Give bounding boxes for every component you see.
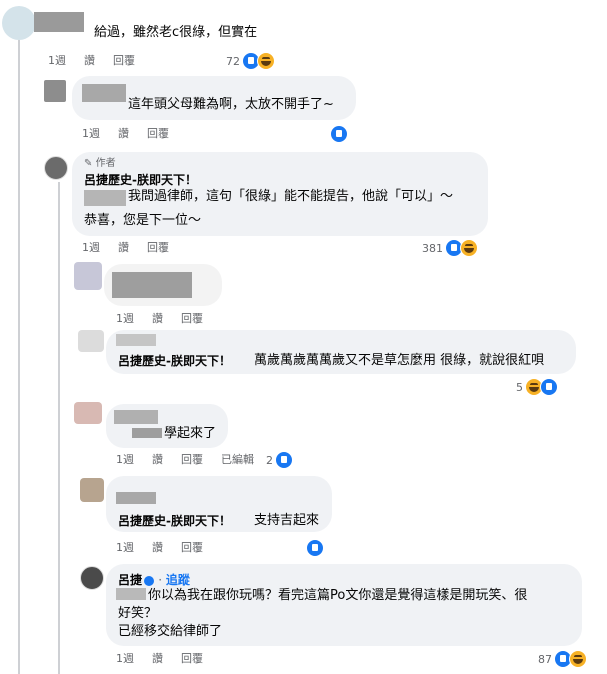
reply-button[interactable]: 回覆 — [113, 54, 135, 67]
timestamp[interactable]: 1週 — [116, 652, 134, 665]
blurred-content — [112, 272, 192, 298]
thread-line — [58, 182, 60, 674]
avatar[interactable] — [44, 156, 68, 180]
like-button[interactable]: 讚 — [152, 652, 163, 665]
timestamp[interactable]: 1週 — [116, 312, 134, 325]
edited-label: 已編輯 — [221, 453, 254, 466]
reaction-count: 87 — [538, 652, 552, 666]
avatar[interactable] — [44, 80, 66, 102]
comment-actions: 1週 讚 回覆 已編輯 — [116, 453, 272, 467]
comment-actions: 1週 讚 回覆 — [48, 54, 153, 68]
reaction-count: 72 — [226, 54, 240, 68]
mention-tag — [116, 588, 146, 600]
avatar[interactable] — [74, 402, 102, 424]
mention-tag — [116, 334, 156, 346]
thread-line — [18, 40, 20, 674]
like-button[interactable]: 讚 — [152, 312, 163, 325]
blurred-name — [114, 410, 158, 424]
mention-tag — [84, 190, 126, 206]
avatar[interactable] — [78, 330, 104, 352]
reply-button[interactable]: 回覆 — [147, 127, 169, 140]
comment-actions: 1週 讚 回覆 — [116, 652, 221, 666]
follow-button[interactable]: 追蹤 — [166, 573, 190, 587]
like-button[interactable]: 讚 — [118, 127, 129, 140]
haha-icon — [569, 650, 587, 668]
mention-tag — [116, 492, 156, 504]
avatar[interactable] — [74, 262, 102, 290]
commenter-name[interactable]: 呂捷歷史-朕即天下！ — [118, 353, 231, 369]
timestamp[interactable]: 1週 — [82, 127, 100, 140]
reaction-summary[interactable]: 87 — [538, 650, 587, 668]
comment-text: 這年頭父母難為啊，太放不開手了~ — [128, 97, 334, 112]
comment-actions: 1週 讚 回覆 — [82, 241, 187, 255]
reaction-count: 2 — [266, 453, 273, 467]
commenter-name[interactable]: 呂捷 · 追蹤 — [118, 572, 190, 588]
comment-text-line2: 好笑？ — [118, 606, 158, 621]
timestamp[interactable]: 1週 — [116, 453, 134, 466]
comment-actions: 1週 讚 回覆 — [116, 541, 221, 555]
reply-button[interactable]: 回覆 — [181, 541, 203, 554]
reaction-summary[interactable]: 72 — [226, 52, 275, 70]
reply-button[interactable]: 回覆 — [147, 241, 169, 254]
like-button[interactable]: 讚 — [118, 241, 129, 254]
haha-icon — [460, 239, 478, 257]
reaction-summary[interactable]: 381 — [422, 239, 478, 257]
comment-text: 學起來了 — [164, 426, 217, 441]
reaction-count: 381 — [422, 241, 443, 255]
comment-text-line3: 已經移交給律師了 — [118, 624, 223, 639]
like-icon — [306, 539, 324, 557]
reply-button[interactable]: 回覆 — [181, 312, 203, 325]
comment-text-line1: 我問過律師，這句「很綠」能不能提告，他說「可以」～ — [128, 189, 454, 204]
author-badge: ✎ 作者 — [84, 158, 116, 169]
like-icon — [275, 451, 293, 469]
blurred-name — [82, 84, 126, 102]
comment-actions: 1週 讚 回覆 — [82, 127, 187, 141]
reaction-count: 5 — [516, 380, 523, 394]
comment-text-line2: 恭喜，您是下一位～ — [84, 213, 202, 228]
timestamp[interactable]: 1週 — [48, 54, 66, 67]
verified-icon — [144, 575, 155, 586]
mention-tag — [132, 428, 162, 438]
like-icon — [540, 378, 558, 396]
reaction-summary[interactable] — [306, 539, 324, 557]
pencil-icon: ✎ — [84, 158, 93, 169]
reply-button[interactable]: 回覆 — [181, 652, 203, 665]
like-button[interactable]: 讚 — [84, 54, 95, 67]
commenter-name[interactable]: 呂捷歷史-朕即天下！ — [84, 172, 197, 188]
comment-actions: 1週 讚 回覆 — [116, 312, 221, 326]
commenter-name[interactable]: 呂捷歷史-朕即天下！ — [118, 513, 231, 529]
reply-button[interactable]: 回覆 — [181, 453, 203, 466]
reaction-summary[interactable]: 5 — [516, 378, 558, 396]
comment-text-line1: 你以為我在跟你玩嗎？看完這篇Po文你還是覺得這樣是開玩笑、很 — [148, 588, 528, 603]
avatar[interactable] — [80, 478, 104, 502]
reaction-summary[interactable] — [330, 125, 348, 143]
like-button[interactable]: 讚 — [152, 453, 163, 466]
haha-icon — [257, 52, 275, 70]
like-icon — [330, 125, 348, 143]
timestamp[interactable]: 1週 — [82, 241, 100, 254]
avatar[interactable] — [2, 6, 36, 40]
timestamp[interactable]: 1週 — [116, 541, 134, 554]
avatar[interactable] — [80, 566, 104, 590]
reaction-summary[interactable]: 2 — [266, 451, 293, 469]
like-button[interactable]: 讚 — [152, 541, 163, 554]
comment-text: 支持吉起來 — [254, 513, 320, 528]
comment-text: 萬歲萬歲萬萬歲又不是草怎麼用 很綠，就說很紅唄 — [254, 353, 545, 368]
comment-text: 給過，雖然老c很綠，但實在 — [94, 25, 258, 40]
